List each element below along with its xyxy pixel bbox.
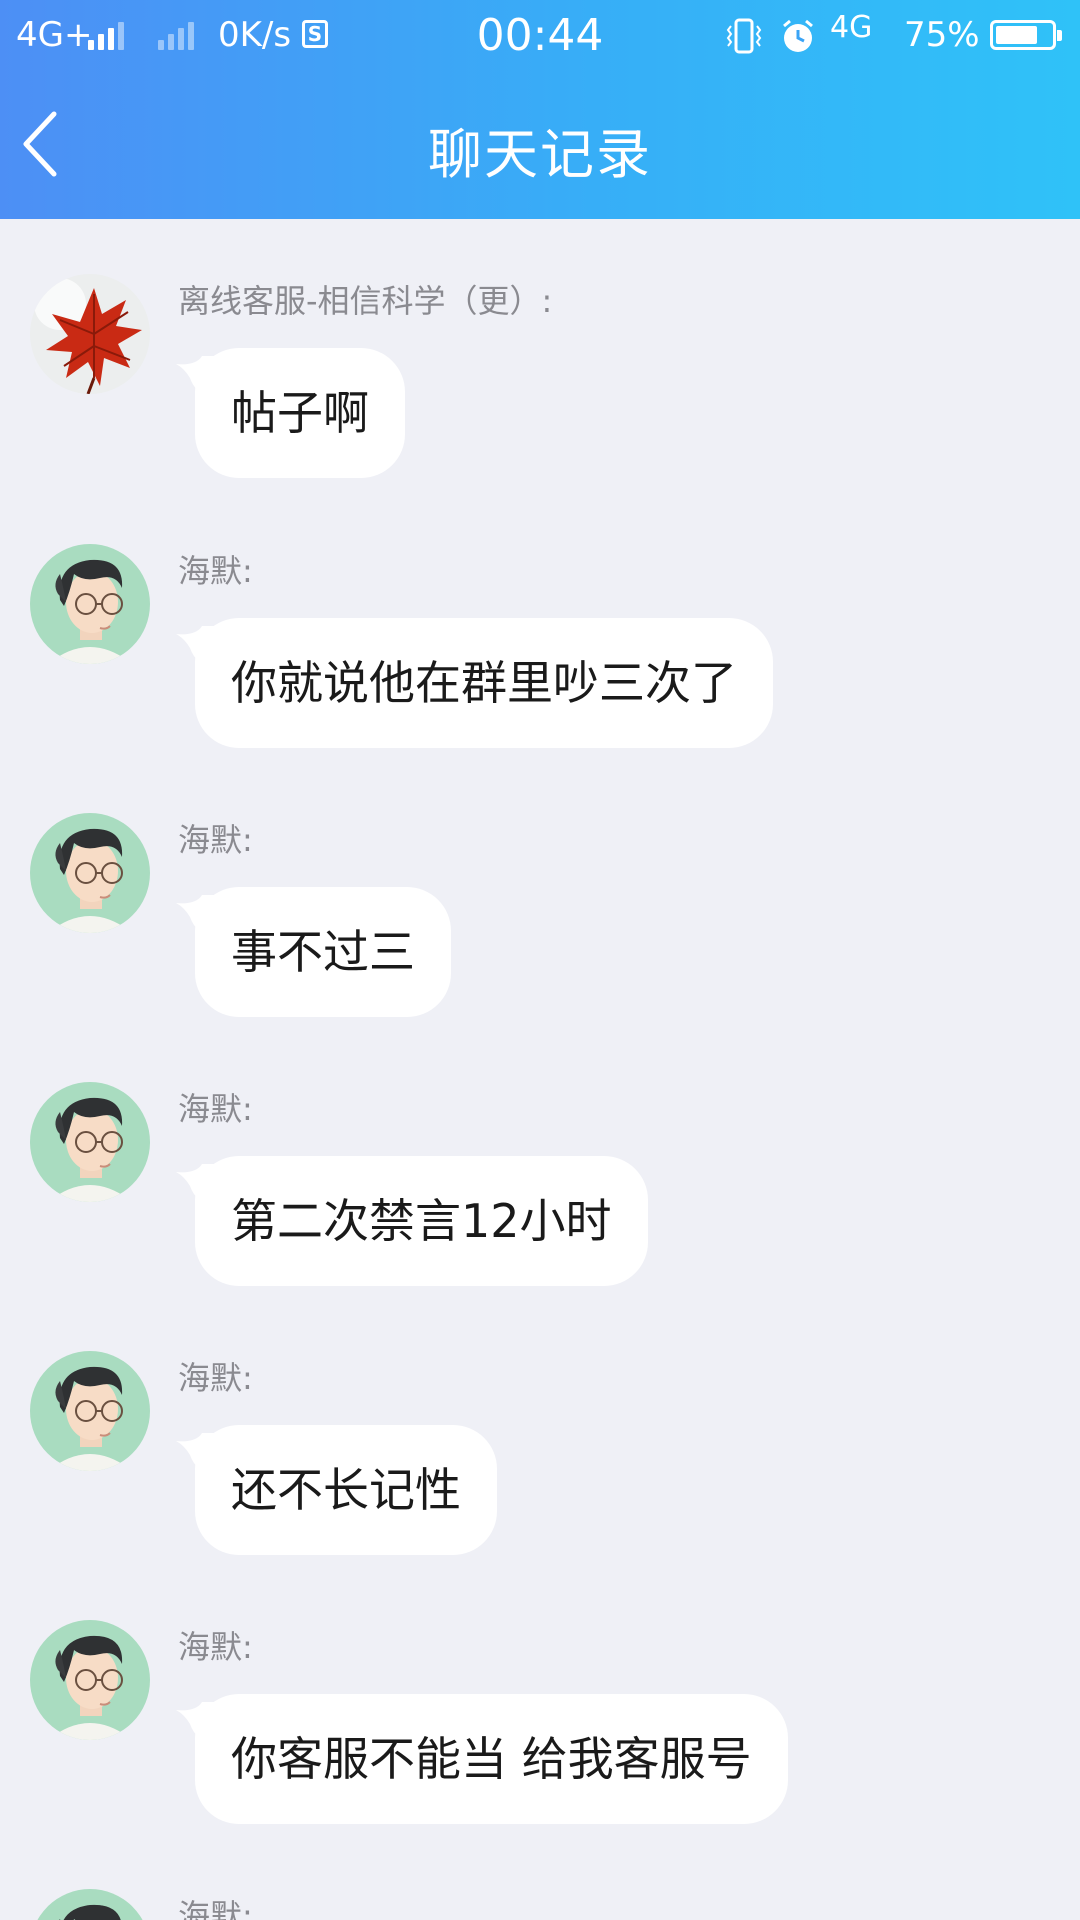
sender-name: 海默: bbox=[178, 1359, 253, 1397]
glasses-man-avatar[interactable] bbox=[30, 1082, 150, 1202]
chat-message: 离线客服-相信科学（更）: 帖子啊 bbox=[0, 274, 1080, 544]
status-bar: 4G+ 0K/s S 00:44 4G 75% bbox=[0, 0, 1080, 72]
network-type-right: 4G bbox=[830, 10, 873, 45]
message-bubble[interactable]: 帖子啊 bbox=[195, 348, 405, 478]
chat-message: 海默: 事不过三 bbox=[0, 813, 1080, 1083]
chat-message: 海默: 第二次禁言12小时 bbox=[0, 1082, 1080, 1352]
sender-name: 海默: bbox=[178, 1628, 253, 1666]
header-bar: 4G+ 0K/s S 00:44 4G 75% 聊天记录 bbox=[0, 0, 1080, 219]
glasses-man-avatar[interactable] bbox=[30, 1889, 150, 1920]
chat-message: 海默: 你就说他在群里吵三次了 bbox=[0, 544, 1080, 814]
page-title: 聊天记录 bbox=[428, 123, 652, 186]
alarm-icon bbox=[783, 19, 813, 52]
maple-leaf-avatar[interactable] bbox=[30, 274, 150, 394]
vibrate-icon bbox=[726, 18, 762, 54]
message-bubble[interactable]: 第二次禁言12小时 bbox=[195, 1156, 648, 1286]
glasses-man-avatar[interactable] bbox=[30, 1351, 150, 1471]
message-bubble[interactable]: 还不长记性 bbox=[195, 1425, 497, 1555]
sender-name: 海默: bbox=[178, 1897, 253, 1920]
message-bubble[interactable]: 你客服不能当 给我客服号 bbox=[195, 1694, 788, 1824]
battery-percent: 75% bbox=[904, 15, 980, 55]
sender-name: 海默: bbox=[178, 552, 253, 590]
sender-name: 海默: bbox=[178, 821, 253, 859]
glasses-man-avatar[interactable] bbox=[30, 544, 150, 664]
chat-message: 海默: bbox=[0, 1889, 1080, 1920]
chat-message: 海默: 你客服不能当 给我客服号 bbox=[0, 1620, 1080, 1890]
sender-name: 海默: bbox=[178, 1090, 253, 1128]
sender-name: 离线客服-相信科学（更）: bbox=[178, 282, 553, 320]
chat-message: 海默: 还不长记性 bbox=[0, 1351, 1080, 1621]
glasses-man-avatar[interactable] bbox=[30, 1620, 150, 1740]
glasses-man-avatar[interactable] bbox=[30, 813, 150, 933]
message-bubble[interactable]: 你就说他在群里吵三次了 bbox=[195, 618, 773, 748]
battery-icon bbox=[990, 20, 1062, 50]
message-bubble[interactable]: 事不过三 bbox=[195, 887, 451, 1017]
